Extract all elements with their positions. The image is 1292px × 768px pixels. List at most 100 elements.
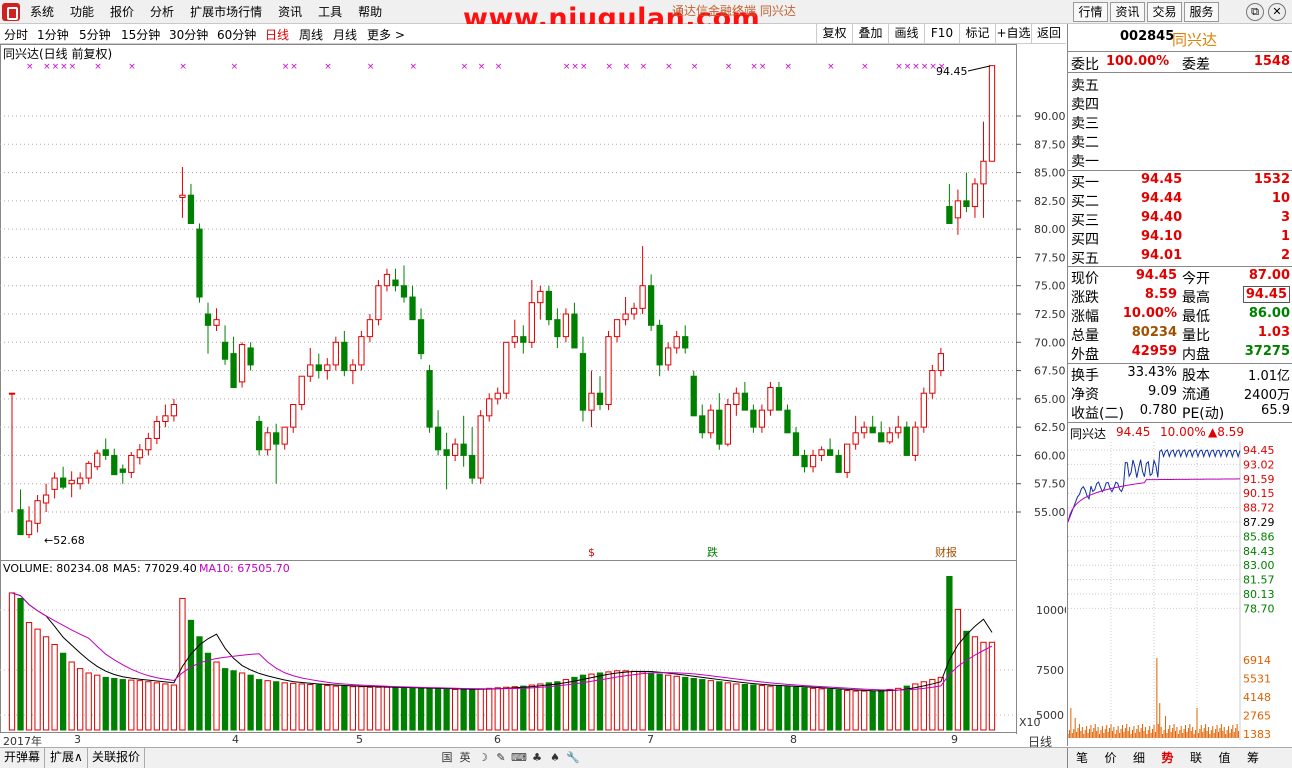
candle-body[interactable] [920,392,927,428]
ying-icon[interactable]: 英 [456,748,474,768]
candle-body[interactable] [77,477,84,485]
candle-body[interactable] [451,443,459,456]
candle-body[interactable] [665,347,672,366]
period-5[interactable]: 60分钟 [217,26,256,43]
candle-body[interactable] [94,452,101,468]
candle-body[interactable] [153,420,161,439]
candle-body[interactable] [477,415,484,479]
toolbar-button-6[interactable]: 返回 [1031,24,1066,44]
period-6[interactable]: 日线 [265,26,289,43]
candle-body[interactable] [588,392,595,411]
candle-body[interactable] [417,319,425,355]
spade-icon[interactable]: ♠ [546,748,564,768]
toolbar-button-0[interactable]: 复权 [816,24,852,44]
candle-body[interactable] [716,409,723,445]
candle-body[interactable] [8,392,16,395]
candle-body[interactable] [878,432,885,443]
period-0[interactable]: 分时 [4,26,28,43]
candle-body[interactable] [809,454,817,468]
menu-item-1[interactable]: 功能 [62,0,102,24]
candle-body[interactable] [775,387,783,411]
close-icon[interactable]: ✕ [1268,3,1286,21]
candle-body[interactable] [42,494,50,504]
menu-item-5[interactable]: 资讯 [270,0,310,24]
candle-body[interactable] [204,313,212,326]
candle-body[interactable] [750,409,757,428]
candle-body[interactable] [801,454,808,468]
candle-body[interactable] [835,454,842,473]
candle-body[interactable] [792,432,800,456]
candle-body[interactable] [767,387,774,411]
candle-body[interactable] [596,392,604,406]
candle-body[interactable] [980,160,987,185]
candle-body[interactable] [963,200,970,208]
candle-body[interactable] [852,432,859,445]
candle-body[interactable] [366,319,374,338]
candle-body[interactable] [647,285,655,326]
pen-icon[interactable]: ✎ [492,748,510,768]
candle-body[interactable] [579,353,587,411]
candle-body[interactable] [102,449,109,456]
candle-body[interactable] [639,285,646,309]
menu-item-0[interactable]: 系统 [22,0,62,24]
top-button-1[interactable]: 资讯 [1110,2,1145,22]
bottom-tab-1[interactable]: 扩展∧ [46,748,88,768]
candle-body[interactable] [724,404,731,445]
kline-chart[interactable]: 90.00 87.50 85.00 82.50 80.00 77.50 75.00 72.50… [0,44,1071,734]
candle-body[interactable] [903,426,910,456]
right-tab-5[interactable]: 值 [1219,749,1231,766]
candle-body[interactable] [630,307,638,315]
candle-body[interactable] [273,432,280,445]
candle-body[interactable] [562,313,570,338]
candle-body[interactable] [383,273,391,287]
candle-body[interactable] [895,426,902,434]
menu-item-7[interactable]: 帮助 [350,0,390,24]
candle-body[interactable] [613,319,621,338]
candle-body[interactable] [912,426,919,456]
candle-body[interactable] [162,415,169,422]
candle-body[interactable] [460,443,467,456]
period-7[interactable]: 周线 [299,26,323,43]
candle-body[interactable] [818,449,825,456]
candle-body[interactable] [196,228,203,298]
candle-body[interactable] [85,462,92,479]
candle-body[interactable] [733,392,740,406]
candle-body[interactable] [17,509,24,536]
candle-body[interactable] [307,364,314,377]
right-tab-4[interactable]: 联 [1190,749,1202,766]
candle-body[interactable] [843,443,851,473]
kline-chart-area[interactable]: 90.00 87.50 85.00 82.50 80.00 77.50 75.00 72.50… [0,44,1071,734]
candle-body[interactable] [375,285,382,321]
top-button-2[interactable]: 交易 [1147,2,1182,22]
candle-body[interactable] [826,449,834,456]
candle-body[interactable] [111,454,118,476]
candle-body[interactable] [443,449,450,456]
candle-body[interactable] [298,375,305,406]
candle-body[interactable] [971,183,979,208]
bottom-tab-2[interactable]: 关联报价 [88,748,146,768]
candle-body[interactable] [954,200,962,219]
event-marker[interactable]: 财报 [935,545,957,559]
candle-body[interactable] [937,353,945,372]
event-marker[interactable]: $ [588,546,595,559]
candle-body[interactable] [213,319,220,326]
bottom-tab-0[interactable]: 开弹幕 [0,748,46,768]
candle-body[interactable] [758,409,766,428]
top-button-0[interactable]: 行情 [1073,2,1108,22]
candle-body[interactable] [34,500,41,524]
candle-body[interactable] [341,341,348,372]
candle-body[interactable] [861,426,868,434]
candle-body[interactable] [699,415,706,434]
restore-icon[interactable]: ⧉ [1246,3,1264,21]
candle-body[interactable] [545,290,553,321]
right-tab-3[interactable]: 势 [1162,749,1174,766]
menu-item-6[interactable]: 工具 [310,0,350,24]
candle-body[interactable] [622,313,629,321]
menu-item-2[interactable]: 报价 [102,0,142,24]
menu-item-3[interactable]: 分析 [142,0,182,24]
candle-body[interactable] [503,341,510,394]
app-logo-icon[interactable] [2,3,20,21]
candle-body[interactable] [886,432,893,443]
candle-body[interactable] [520,336,527,343]
right-tab-1[interactable]: 价 [1105,749,1117,766]
